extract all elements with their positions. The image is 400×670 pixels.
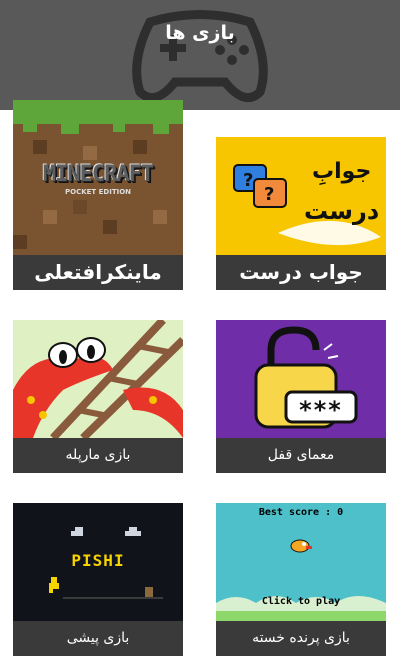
gamepad-icon <box>132 10 268 103</box>
game-thumbnail <box>13 320 183 438</box>
thumbnail-subtitle: POCKET EDITION <box>64 188 132 196</box>
game-card-tired-bird[interactable]: Best score : 0 Click to play بازی پرنده … <box>216 503 386 656</box>
game-label: معمای قفل <box>216 438 386 473</box>
svg-text:?: ? <box>264 184 274 205</box>
thumbnail-title: PISHI <box>71 551 125 570</box>
game-label: بازی مارپله <box>13 438 183 473</box>
game-thumbnail: MINECRAFT POCKET EDITION <box>13 100 183 255</box>
game-card-lock-puzzle[interactable]: *** معمای قفل <box>216 320 386 473</box>
game-card-minecraft[interactable]: MINECRAFT POCKET EDITION ماینکرافتعلی <box>13 100 183 290</box>
game-card-pishi[interactable]: PISHI بازی پیشی <box>13 503 183 656</box>
thumbnail-text-1: جوابِ <box>312 159 372 184</box>
app-header: بازی ها <box>0 0 400 110</box>
thumbnail-score: Best score : 0 <box>258 507 344 518</box>
game-label: بازی پرنده خسته <box>216 621 386 656</box>
game-thumbnail: ? ? جوابِ درست <box>216 137 386 255</box>
game-card-correct-answer[interactable]: ? ? جوابِ درست جواب درست <box>216 137 386 290</box>
thumbnail-title: MINECRAFT <box>42 162 154 187</box>
game-thumbnail: *** <box>216 320 386 438</box>
thumbnail-text-2: درست <box>304 197 380 225</box>
game-label: ماینکرافتعلی <box>13 255 183 290</box>
thumbnail-password: *** <box>299 396 343 424</box>
game-label: بازی پیشی <box>13 621 183 656</box>
game-thumbnail: PISHI <box>13 503 183 621</box>
svg-text:?: ? <box>243 170 253 191</box>
game-label: جواب درست <box>216 255 386 290</box>
game-thumbnail: Best score : 0 Click to play <box>216 503 386 621</box>
game-card-snakes-ladders[interactable]: بازی مارپله <box>13 320 183 473</box>
page-title: بازی ها <box>165 22 235 44</box>
thumbnail-prompt: Click to play <box>261 596 341 607</box>
